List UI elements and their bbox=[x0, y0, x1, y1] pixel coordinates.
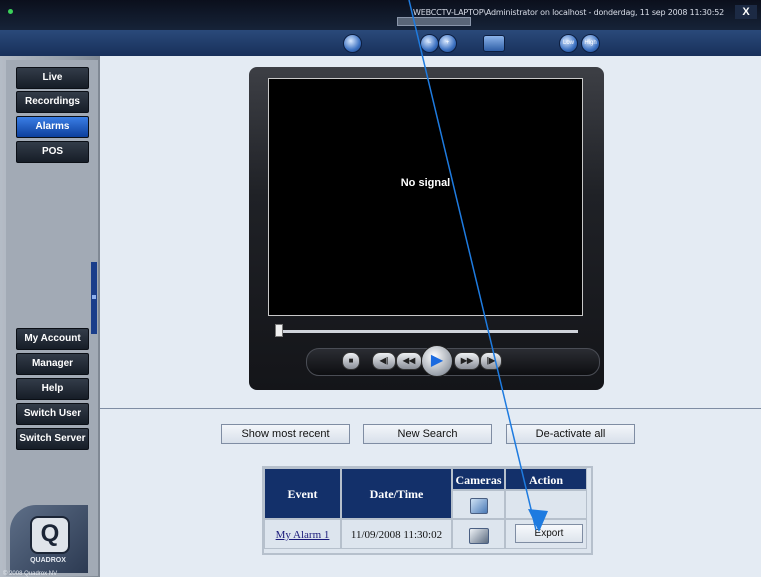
play-icon[interactable]: ▶ bbox=[421, 345, 453, 377]
section-divider bbox=[100, 408, 761, 409]
fast-forward-icon[interactable]: ▶▶ bbox=[454, 352, 480, 370]
sidebar-item-my-account[interactable]: My Account bbox=[16, 328, 89, 350]
header-event: Event bbox=[264, 468, 341, 519]
toolbar: − + Low High bbox=[0, 30, 761, 57]
sidebar-item-alarms[interactable]: Alarms bbox=[16, 116, 89, 138]
low-quality-icon[interactable]: Low bbox=[559, 34, 578, 53]
stop-icon[interactable]: ■ bbox=[342, 352, 360, 370]
camera-icon bbox=[470, 498, 488, 514]
table-row: My Alarm 1 bbox=[264, 519, 341, 549]
deactivate-all-button[interactable]: De-activate all bbox=[506, 424, 635, 444]
sidebar-item-live[interactable]: Live bbox=[16, 67, 89, 89]
progress-handle[interactable] bbox=[275, 324, 283, 337]
copyright: © 2008 Quadrox NV bbox=[3, 571, 58, 577]
zoom-out-icon[interactable]: − bbox=[420, 34, 439, 53]
close-button[interactable]: X bbox=[735, 5, 757, 19]
logo-text: QUADROX bbox=[30, 557, 66, 564]
camera-cell bbox=[452, 519, 505, 549]
sidebar-item-help[interactable]: Help bbox=[16, 378, 89, 400]
pin-icon[interactable] bbox=[343, 34, 362, 53]
sidebar-item-recordings[interactable]: Recordings bbox=[16, 91, 89, 113]
fullscreen-icon[interactable] bbox=[483, 35, 505, 52]
sidebar-item-switch-server[interactable]: Switch Server bbox=[16, 428, 89, 450]
event-datetime: 11/09/2008 11:30:02 bbox=[341, 519, 452, 549]
no-signal-text: No signal bbox=[400, 177, 451, 189]
rewind-icon[interactable]: ◀◀ bbox=[396, 352, 422, 370]
video-camera-icon[interactable] bbox=[469, 528, 489, 544]
show-most-recent-button[interactable]: Show most recent bbox=[221, 424, 350, 444]
app-status-icon bbox=[8, 9, 13, 14]
cameras-subheader-cell bbox=[452, 490, 505, 519]
alarm-link[interactable]: My Alarm 1 bbox=[276, 529, 330, 541]
sidebar-item-pos[interactable]: POS bbox=[16, 141, 89, 163]
high-quality-icon[interactable]: High bbox=[581, 34, 600, 53]
video-screen[interactable]: No signal bbox=[268, 78, 583, 316]
collapse-arrow-icon bbox=[92, 295, 96, 299]
zoom-in-icon[interactable]: + bbox=[438, 34, 457, 53]
header-cameras: Cameras bbox=[452, 468, 505, 490]
sidebar-item-switch-user[interactable]: Switch User bbox=[16, 403, 89, 425]
header-datetime: Date/Time bbox=[341, 468, 452, 519]
sidebar-item-manager[interactable]: Manager bbox=[16, 353, 89, 375]
export-button[interactable]: Export bbox=[515, 524, 583, 543]
step-forward-icon[interactable]: |▶ bbox=[480, 352, 502, 370]
new-search-button[interactable]: New Search bbox=[363, 424, 492, 444]
window-title: WEBCCTV-LAPTOP\Administrator on localhos… bbox=[413, 8, 724, 17]
header-action: Action bbox=[505, 468, 587, 490]
progress-track[interactable] bbox=[275, 330, 578, 333]
action-subheader-cell bbox=[505, 490, 587, 519]
quadrox-logo-icon: Q bbox=[30, 516, 70, 554]
step-back-icon[interactable]: ◀| bbox=[372, 352, 396, 370]
title-field bbox=[397, 17, 471, 26]
